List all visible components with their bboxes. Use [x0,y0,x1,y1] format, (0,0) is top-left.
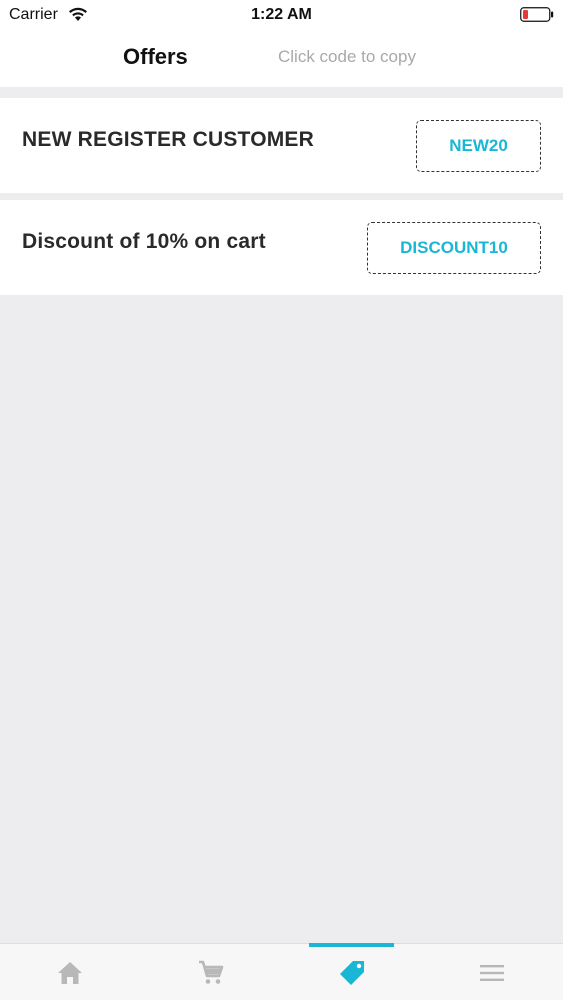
status-bar: Carrier 1:22 AM [0,0,563,30]
tab-offers[interactable] [309,944,394,1000]
tab-home[interactable] [0,944,140,1000]
offer-title: NEW REGISTER CUSTOMER [22,128,314,151]
cart-icon [199,960,224,984]
status-time: 1:22 AM [251,6,312,23]
battery-icon [520,7,554,22]
home-icon [58,961,82,984]
bottom-tab-bar [0,943,563,1000]
tab-menu[interactable] [422,944,562,1000]
offer-code-button[interactable]: NEW20 [416,120,541,172]
offers-screen: Carrier 1:22 AM Offers Click code to cop… [0,0,563,1000]
copy-hint-text: Click code to copy [278,47,416,66]
tag-icon [339,960,364,985]
page-title: Offers [123,44,188,69]
offer-card: NEW REGISTER CUSTOMER NEW20 [0,98,563,193]
tab-cart[interactable] [141,944,281,1000]
offer-code-button[interactable]: DISCOUNT10 [367,222,541,274]
offer-title: Discount of 10% on cart [22,230,266,253]
offer-card: Discount of 10% on cart DISCOUNT10 [0,200,563,295]
offers-header: Offers Click code to copy [0,30,563,87]
menu-icon [480,964,504,981]
